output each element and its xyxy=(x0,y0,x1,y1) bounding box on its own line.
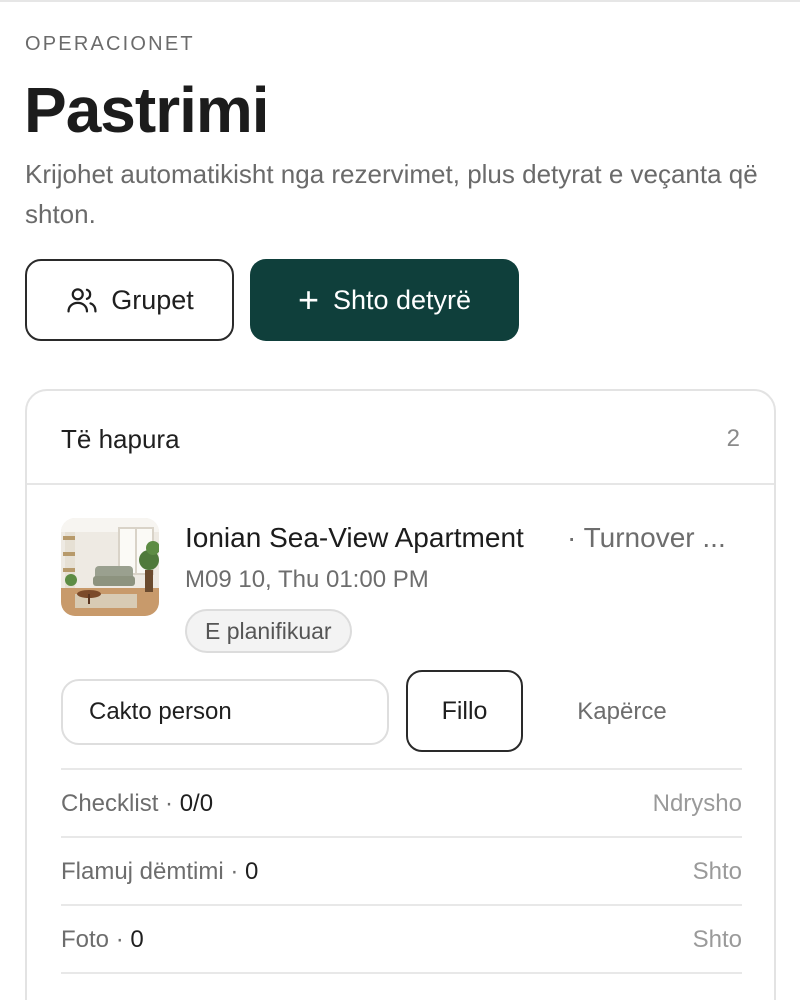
photos-label: Foto · 0 xyxy=(61,926,144,954)
open-tasks-card: Të hapura 2 Ionian Sea-View Apartment · … xyxy=(25,389,776,1000)
open-tasks-header: Të hapura 2 xyxy=(27,391,774,485)
damage-flags-label: Flamuj dëmtimi · 0 xyxy=(61,858,258,886)
skip-button[interactable]: Kapërce xyxy=(537,679,707,745)
photos-add-link[interactable]: Shto xyxy=(693,926,742,954)
checklist-label: Checklist · 0/0 xyxy=(61,790,213,818)
users-icon xyxy=(67,288,97,313)
checklist-value: 0/0 xyxy=(179,790,214,817)
plus-icon: + xyxy=(297,279,319,320)
open-tasks-count: 2 xyxy=(726,425,740,452)
page-title: Pastrimi xyxy=(24,74,270,146)
damage-flags-add-link[interactable]: Shto xyxy=(693,858,742,886)
task-datetime: M09 10, Thu 01:00 PM xyxy=(185,566,429,593)
add-task-button-label: Shto detyrë xyxy=(332,284,472,315)
section-eyebrow: OPERACIONET xyxy=(25,33,195,55)
damage-flags-label-text: Flamuj dëmtimi · xyxy=(61,858,246,885)
checklist-label-text: Checklist · xyxy=(61,790,180,817)
row-divider xyxy=(61,972,742,1000)
photos-value: 0 xyxy=(130,926,144,953)
top-divider xyxy=(0,0,800,2)
add-task-button[interactable]: + Shto detyrë xyxy=(250,259,519,341)
property-name[interactable]: Ionian Sea-View Apartment xyxy=(185,522,524,554)
photos-row: Foto · 0 Shto xyxy=(61,904,742,972)
start-button[interactable]: Fillo xyxy=(406,670,523,752)
groups-button[interactable]: Grupet xyxy=(25,259,234,341)
damage-flags-value: 0 xyxy=(245,858,259,885)
property-thumbnail[interactable] xyxy=(61,518,159,616)
status-badge: E planifikuar xyxy=(185,609,352,653)
checklist-edit-link[interactable]: Ndrysho xyxy=(653,790,742,818)
groups-button-label: Grupet xyxy=(111,284,194,315)
open-tasks-title: Të hapura xyxy=(61,424,180,454)
task-type: · Turnover ... xyxy=(567,522,726,553)
checklist-row: Checklist · 0/0 Ndrysho xyxy=(61,768,742,836)
property-photo xyxy=(61,518,159,616)
page-subtitle: Krijohet automatikisht nga rezervimet, p… xyxy=(25,159,758,229)
photos-label-text: Foto · xyxy=(61,926,131,953)
damage-flags-row: Flamuj dëmtimi · 0 Shto xyxy=(61,836,742,904)
assign-person-select[interactable]: Cakto person xyxy=(61,679,389,745)
